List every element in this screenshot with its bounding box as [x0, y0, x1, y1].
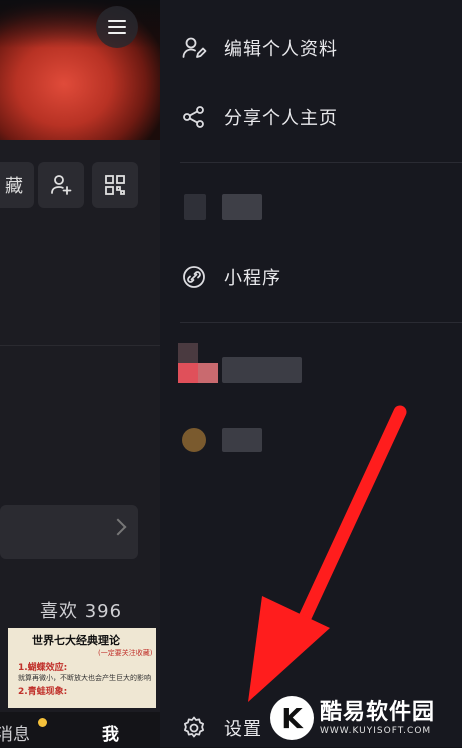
add-user-icon: [51, 175, 72, 195]
watermark-url: WWW.KUYISOFT.COM: [320, 726, 432, 736]
menu-divider: [180, 322, 462, 323]
settings-gear-icon: [180, 714, 208, 742]
menu-item-mini-program[interactable]: 小程序: [180, 257, 281, 297]
edit-profile-icon: [180, 34, 208, 62]
menu-item-label: 设置: [224, 719, 262, 740]
thumbnail-item-1-desc: 就算再微小，不断放大也会产生巨大的影响: [18, 674, 151, 682]
menu-item-edit-profile[interactable]: 编辑个人资料: [180, 28, 338, 68]
chevron-right-icon: [109, 518, 127, 536]
notification-dot: [38, 718, 47, 727]
thumbnail-item-1: 1.蝴蝶效应:: [18, 663, 68, 673]
profile-row-button[interactable]: [0, 505, 138, 559]
side-drawer: 编辑个人资料 分享个人主页 小程序 设置: [160, 0, 462, 747]
qr-code-button[interactable]: [92, 162, 138, 208]
hamburger-menu-icon[interactable]: [96, 6, 138, 48]
menu-item-label: 小程序: [224, 268, 281, 289]
menu-item-blurred-2[interactable]: [160, 343, 462, 387]
profile-page: 藏 喜欢 396 世界七大经典理论 (一定要关注收藏) 1.蝴蝶效应: 就算再微…: [0, 0, 160, 747]
menu-item-settings[interactable]: 设置: [180, 708, 262, 748]
thumbnail-subtitle: (一定要关注收藏): [98, 649, 153, 657]
watermark-logo: K: [270, 696, 314, 740]
blurred-avatar: [182, 428, 206, 452]
watermark: K 酷易软件园 WWW.KUYISOFT.COM: [270, 693, 435, 743]
bottom-tab-bar: 消息 我: [0, 712, 160, 747]
menu-item-label: 编辑个人资料: [224, 39, 338, 60]
mini-program-icon: [180, 263, 208, 291]
video-thumbnail[interactable]: 世界七大经典理论 (一定要关注收藏) 1.蝴蝶效应: 就算再微小，不断放大也会产…: [8, 628, 156, 708]
blurred-icon: [184, 194, 206, 220]
add-friend-button[interactable]: [38, 162, 84, 208]
blurred-label: [222, 194, 262, 220]
thumbnail-title: 世界七大经典理论: [32, 634, 120, 647]
blurred-label: [222, 357, 302, 383]
likes-count: 喜欢 396: [40, 601, 123, 622]
menu-item-blurred-3[interactable]: [160, 424, 462, 458]
menu-item-blurred-1[interactable]: [160, 190, 462, 226]
thumbnail-item-2: 2.青蛙现象:: [18, 687, 68, 697]
menu-item-share-profile[interactable]: 分享个人主页: [180, 97, 338, 137]
favorites-button[interactable]: 藏: [0, 162, 34, 208]
tab-me[interactable]: 我: [102, 720, 119, 745]
share-icon: [180, 103, 208, 131]
qr-code-icon: [105, 175, 125, 195]
blurred-avatar: [178, 363, 198, 383]
tab-messages[interactable]: 消息: [0, 720, 30, 745]
favorites-button-label: 藏: [5, 176, 23, 197]
watermark-text: 酷易软件园: [320, 700, 436, 725]
section-divider: [0, 345, 160, 346]
menu-divider: [180, 162, 462, 163]
menu-item-label: 分享个人主页: [224, 108, 338, 129]
blurred-label: [222, 428, 262, 452]
